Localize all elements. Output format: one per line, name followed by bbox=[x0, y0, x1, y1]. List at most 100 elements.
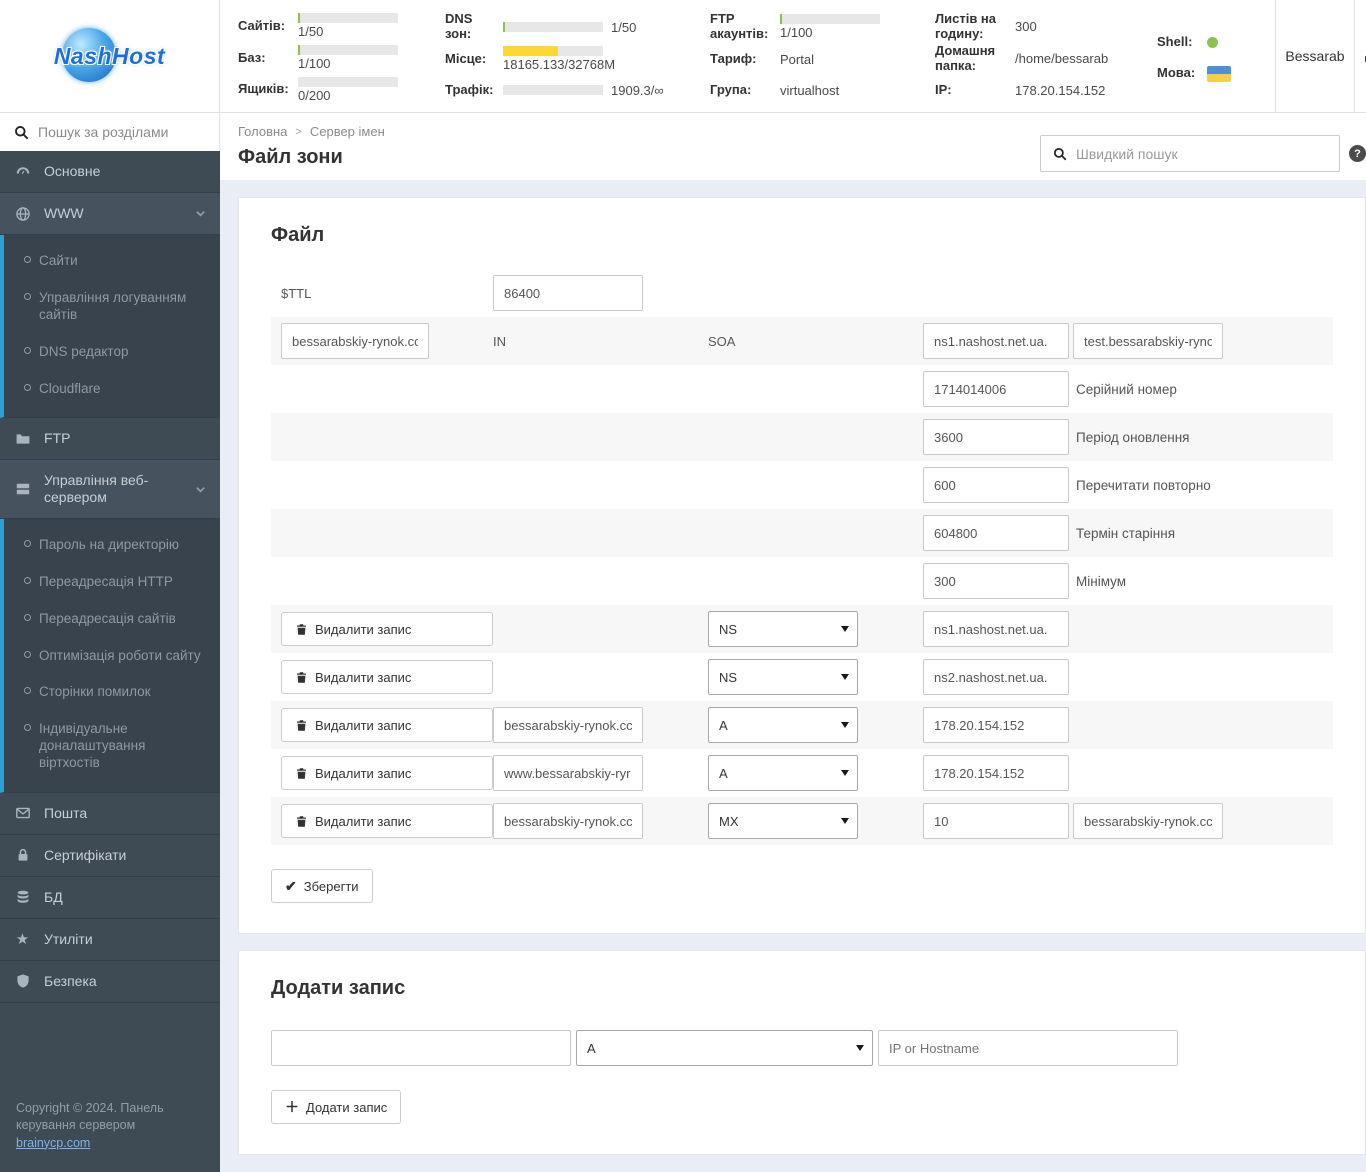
save-button[interactable]: ✔ Зберегти bbox=[271, 869, 373, 903]
sidebar-item-label: БД bbox=[44, 889, 63, 906]
database-icon bbox=[14, 889, 31, 906]
soa-name-input[interactable] bbox=[281, 323, 429, 359]
sidebar-subitem-3-0[interactable]: Пароль на директорію bbox=[4, 527, 220, 564]
stat-label: Тариф: bbox=[710, 50, 757, 66]
stats-column-sites: Сайтів: 1/50 Баз: 1/100 Ящиків: 0/200 bbox=[238, 13, 445, 103]
record-type-select[interactable]: NS bbox=[708, 611, 858, 647]
header: Сайтів: 1/50 Баз: 1/100 Ящиків: 0/200 DN… bbox=[220, 0, 1366, 113]
soa-param-input[interactable] bbox=[923, 419, 1069, 455]
copyright-text: Copyright © 2024. Панель керування серве… bbox=[16, 1100, 164, 1133]
sidebar-item-6[interactable]: БД bbox=[0, 876, 220, 919]
stat-label: Домашня папка: bbox=[935, 42, 996, 73]
check-icon: ✔ bbox=[285, 878, 297, 894]
sidebar-subitem-1-1[interactable]: Управління логуванням сайтів bbox=[4, 280, 220, 334]
record-type-select[interactable]: A bbox=[708, 707, 858, 743]
record-value-input[interactable] bbox=[923, 611, 1069, 647]
soa-param-input[interactable] bbox=[923, 563, 1069, 599]
soa-primary-ns-input[interactable] bbox=[923, 323, 1069, 359]
delete-record-button[interactable]: Видалити запис bbox=[281, 708, 493, 742]
zone-file-card-title: Файл bbox=[271, 224, 325, 246]
record-type-select[interactable]: NS bbox=[708, 659, 858, 695]
record-type-select[interactable]: MX bbox=[708, 803, 858, 839]
record-value-input[interactable] bbox=[923, 707, 1069, 743]
record-name-input[interactable] bbox=[493, 707, 643, 743]
new-record-value-input[interactable] bbox=[878, 1030, 1178, 1066]
stat-value: 18165.133/32768M bbox=[503, 57, 616, 72]
record-name-input[interactable] bbox=[493, 803, 643, 839]
bullet-icon bbox=[24, 724, 31, 732]
shell-label: Shell: bbox=[1157, 34, 1193, 50]
ttl-row: $TTL bbox=[271, 269, 1333, 317]
username[interactable]: Bessarab bbox=[1275, 0, 1355, 112]
delete-record-button[interactable]: Видалити запис bbox=[281, 660, 493, 694]
bullet-icon bbox=[24, 687, 31, 695]
brainycp-link[interactable]: brainycp.com bbox=[16, 1136, 90, 1150]
logo-text: NashHost bbox=[53, 42, 166, 69]
bullet-icon bbox=[24, 539, 31, 547]
stat-label: Місце: bbox=[445, 50, 487, 66]
record-name-input[interactable] bbox=[493, 755, 643, 791]
record-extra-input[interactable] bbox=[1073, 803, 1223, 839]
soa-param-input[interactable] bbox=[923, 467, 1069, 503]
record-type-select-wrap: A bbox=[708, 755, 858, 791]
bullet-icon bbox=[24, 292, 31, 300]
dashboard-icon bbox=[14, 163, 31, 180]
help-icon[interactable]: ? bbox=[1349, 145, 1366, 162]
sidebar-subitem-label: Переадресація HTTP bbox=[39, 573, 173, 589]
sidebar-search-input[interactable] bbox=[38, 124, 205, 140]
sidebar-item-3[interactable]: Управління веб-сервером bbox=[0, 460, 220, 519]
trash-icon bbox=[295, 719, 308, 732]
record-value-input[interactable] bbox=[923, 803, 1069, 839]
stat-value: 1/100 bbox=[780, 25, 813, 40]
sidebar: NashHost Основне WWW Сайти Управління логув… bbox=[0, 0, 220, 1172]
record-type-select[interactable]: A bbox=[708, 755, 858, 791]
sidebar-subitem-1-3[interactable]: Cloudflare bbox=[4, 371, 220, 408]
soa-responsible-input[interactable] bbox=[1073, 323, 1223, 359]
sidebar-subitem-1-2[interactable]: DNS редактор bbox=[4, 334, 220, 371]
sidebar-subitem-label: Сторінки помилок bbox=[39, 684, 151, 700]
soa-param-input[interactable] bbox=[923, 515, 1069, 551]
sidebar-subitem-1-0[interactable]: Сайти bbox=[4, 243, 220, 280]
ttl-input[interactable] bbox=[493, 275, 643, 311]
sidebar-item-label: Утиліти bbox=[44, 931, 93, 948]
new-record-name-input[interactable] bbox=[271, 1030, 571, 1066]
breadcrumb-nameserver[interactable]: Сервер імен bbox=[310, 124, 385, 139]
sidebar-item-4[interactable]: Пошта bbox=[0, 792, 220, 835]
sidebar-item-7[interactable]: ★ Утиліти bbox=[0, 918, 220, 961]
bullet-icon bbox=[24, 613, 31, 621]
sidebar-subitem-3-3[interactable]: Оптимізація роботи сайту bbox=[4, 638, 220, 675]
bullet-icon bbox=[24, 346, 31, 354]
record-value-input[interactable] bbox=[923, 659, 1069, 695]
quick-search-input[interactable] bbox=[1076, 145, 1327, 162]
sidebar-subitem-3-2[interactable]: Переадресація сайтів bbox=[4, 601, 220, 638]
stat-label: Група: bbox=[710, 81, 752, 97]
add-record-button[interactable]: ＋ Додати запис bbox=[271, 1090, 402, 1124]
ukraine-flag-icon[interactable] bbox=[1207, 65, 1231, 82]
server-icon bbox=[14, 481, 31, 498]
new-record-type-select[interactable]: A bbox=[576, 1030, 873, 1066]
dns-record-row: Видалити запис NS bbox=[271, 653, 1333, 701]
sidebar-subitem-label: Пароль на директорію bbox=[39, 536, 179, 552]
sidebar-item-1[interactable]: WWW bbox=[0, 193, 220, 235]
sidebar-menu: Основне WWW Сайти Управління логуванням сай… bbox=[0, 151, 220, 1003]
delete-record-button[interactable]: Видалити запис bbox=[281, 804, 493, 838]
soa-param-row: Термін старіння bbox=[271, 509, 1333, 557]
sidebar-subitem-3-5[interactable]: Індивідуальне доналаштування віртхостів bbox=[4, 711, 220, 782]
header-stats: Сайтів: 1/50 Баз: 1/100 Ящиків: 0/200 DN… bbox=[220, 0, 1275, 112]
quick-search bbox=[1040, 135, 1340, 172]
logout-lock-icon[interactable] bbox=[1355, 0, 1366, 112]
sidebar-subitem-3-1[interactable]: Переадресація HTTP bbox=[4, 564, 220, 601]
bullet-icon bbox=[24, 650, 31, 658]
delete-record-button[interactable]: Видалити запис bbox=[281, 612, 493, 646]
delete-record-button[interactable]: Видалити запис bbox=[281, 756, 493, 790]
record-value-input[interactable] bbox=[923, 755, 1069, 791]
sidebar-item-2[interactable]: FTP bbox=[0, 418, 220, 461]
sidebar-item-5[interactable]: Сертифікати bbox=[0, 834, 220, 877]
sidebar-item-0[interactable]: Основне bbox=[0, 151, 220, 193]
add-record-card: Додати запис A ＋ Додати запис bbox=[238, 950, 1366, 1155]
breadcrumb-home[interactable]: Головна bbox=[238, 124, 287, 139]
sidebar-subitem-3-4[interactable]: Сторінки помилок bbox=[4, 674, 220, 711]
sidebar-item-8[interactable]: Безпека bbox=[0, 960, 220, 1003]
soa-param-input[interactable] bbox=[923, 371, 1069, 407]
app-logo[interactable]: NashHost bbox=[0, 0, 220, 113]
